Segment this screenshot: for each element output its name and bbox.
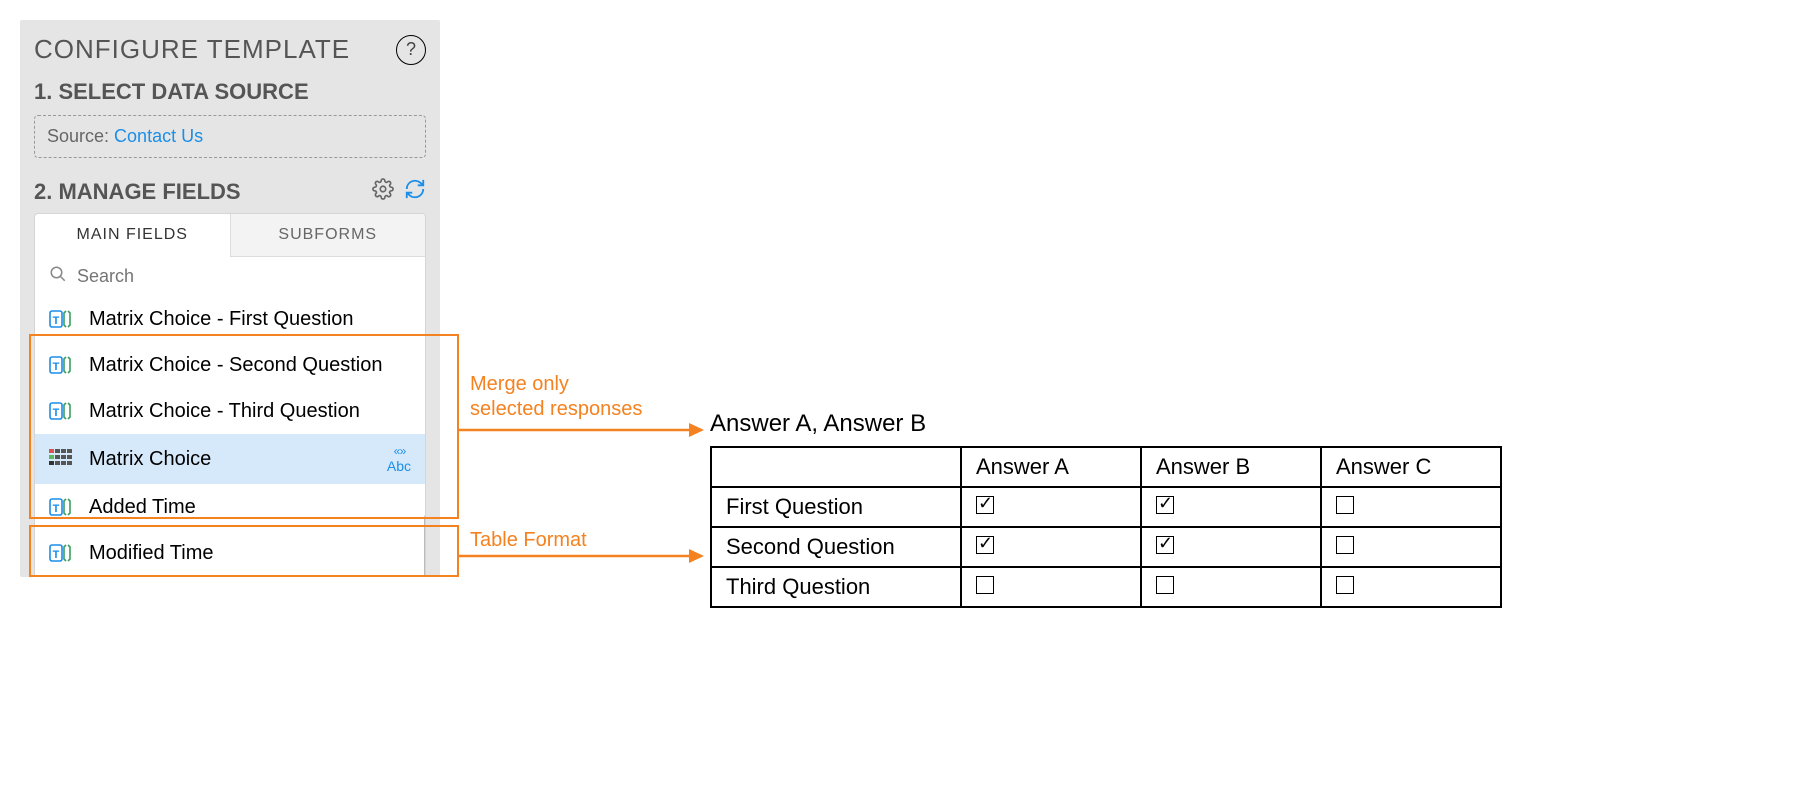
svg-text:T: T [53,407,60,419]
source-label: Source: [47,126,114,146]
annotation-merge: Merge only selected responses [470,372,642,422]
checkbox [976,496,994,514]
answers-line: Answer A, Answer B [710,410,1502,438]
field-item[interactable]: T Modified Time [35,530,425,576]
arrow-merge [459,420,705,440]
gear-icon[interactable] [372,178,394,205]
text-field-icon: T [49,497,75,517]
field-label: Modified Time [89,540,411,566]
checkbox [1156,576,1174,594]
fields-tabs: MAIN FIELDS SUBFORMS T Matrix Choice - Fi… [34,213,426,577]
svg-text:T: T [53,361,60,373]
checkbox [1336,576,1354,594]
source-value[interactable]: Contact Us [114,126,203,146]
checkbox [1156,496,1174,514]
svg-text:T: T [53,549,60,561]
abc-format-icon: « »Abc [387,444,411,474]
field-item[interactable]: T Matrix Choice - Second Question [35,342,425,388]
search-row [35,257,425,296]
text-field-icon: T [49,309,75,329]
checkbox [1336,536,1354,554]
search-input[interactable] [77,266,411,287]
svg-text:T: T [53,503,60,515]
field-item[interactable]: Matrix Choice « »Abc [35,434,425,484]
checkbox [1336,496,1354,514]
field-item[interactable]: T Matrix Choice - Third Question [35,388,425,434]
output-area: Answer A, Answer B Answer AAnswer BAnswe… [710,410,1502,608]
text-field-icon: T [49,401,75,421]
text-field-icon: T [49,543,75,563]
matrix-table: Answer AAnswer BAnswer CFirst QuestionSe… [710,446,1502,608]
tab-subforms[interactable]: SUBFORMS [230,214,426,257]
field-label: Added Time [89,494,411,520]
help-icon[interactable]: ? [396,35,426,65]
search-icon[interactable] [49,265,67,288]
checkbox [976,536,994,554]
field-label: Matrix Choice - Second Question [89,352,411,378]
svg-text:T: T [53,315,60,327]
refresh-icon[interactable] [404,178,426,205]
checkbox [1156,536,1174,554]
field-label: Matrix Choice - First Question [89,306,411,332]
section1-title: 1. SELECT DATA SOURCE [34,79,426,105]
matrix-icon [49,449,75,469]
panel-title: CONFIGURE TEMPLATE [34,34,350,65]
field-item[interactable]: T Added Time [35,484,425,530]
scrollbar[interactable] [424,514,426,577]
data-source-box[interactable]: Source: Contact Us [34,115,426,158]
configure-template-panel: CONFIGURE TEMPLATE ? 1. SELECT DATA SOUR… [20,20,440,577]
checkbox [976,576,994,594]
text-field-icon: T [49,355,75,375]
field-item[interactable]: T Matrix Choice - First Question [35,296,425,342]
field-list: T Matrix Choice - First Question T Matrix C… [35,296,425,576]
field-label: Matrix Choice [89,446,373,472]
field-label: Matrix Choice - Third Question [89,398,411,424]
tab-main-fields[interactable]: MAIN FIELDS [35,214,230,257]
section2-title: 2. MANAGE FIELDS [34,179,241,205]
arrow-table [459,546,705,566]
